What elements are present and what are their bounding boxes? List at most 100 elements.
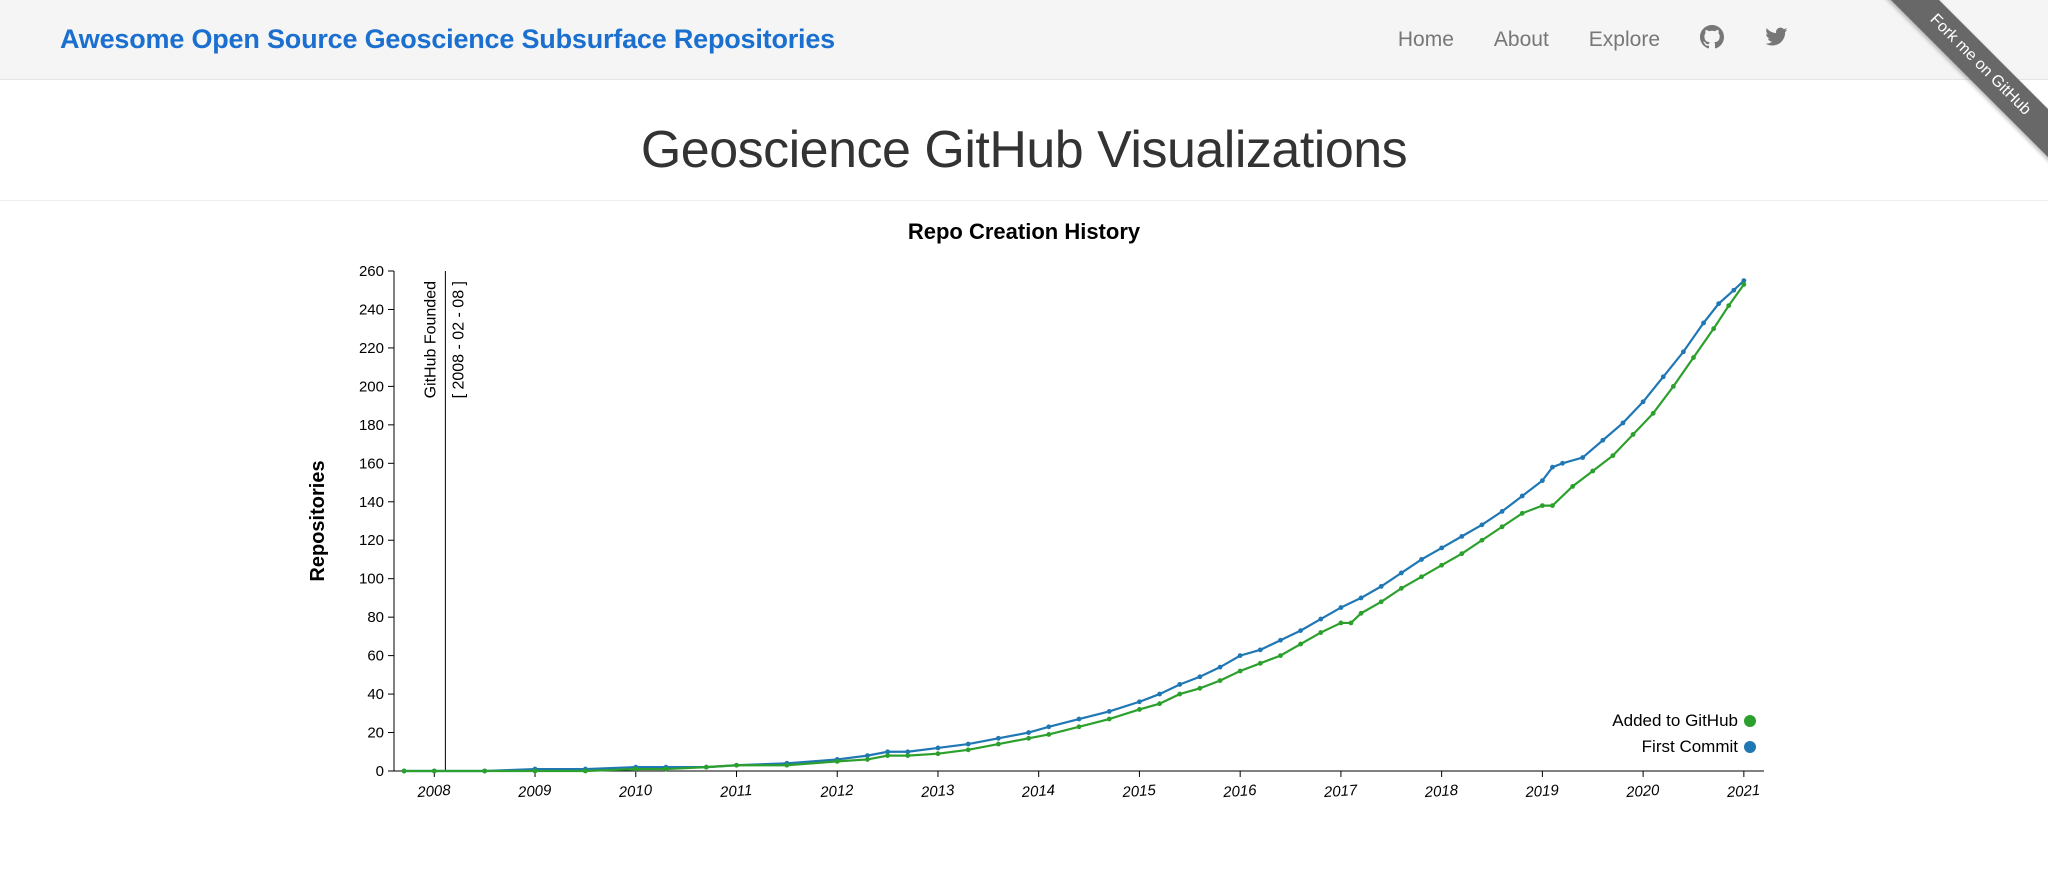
series-point	[1621, 421, 1626, 426]
series-point	[1520, 511, 1525, 516]
y-tick-label: 200	[359, 378, 384, 395]
series-point	[1600, 438, 1605, 443]
series-point	[1218, 678, 1223, 683]
x-tick-label: 2016	[1222, 782, 1258, 801]
x-tick-label: 2008	[416, 782, 452, 801]
series-point	[1026, 730, 1031, 735]
series-point	[1540, 503, 1545, 508]
series-point	[1716, 301, 1721, 306]
series-point	[734, 763, 739, 768]
series-point	[1278, 653, 1283, 658]
y-tick-label: 240	[359, 301, 384, 318]
series-point	[1339, 605, 1344, 610]
x-tick-label: 2017	[1322, 782, 1358, 801]
series-point	[1379, 584, 1384, 589]
series-point	[1590, 469, 1595, 474]
nav-about[interactable]: About	[1494, 28, 1549, 52]
series-point	[1077, 717, 1082, 722]
y-tick-label: 0	[376, 763, 384, 780]
series-point	[1701, 321, 1706, 326]
y-tick-label: 220	[359, 340, 384, 357]
series-point	[1550, 465, 1555, 470]
series-point	[1459, 534, 1464, 539]
annotation-label: GitHub Founded	[422, 281, 439, 398]
series-point	[996, 742, 1001, 747]
primary-nav: Home About Explore	[1398, 25, 1988, 55]
x-tick-label: 2015	[1121, 782, 1157, 801]
x-tick-label: 2018	[1423, 782, 1459, 801]
series-point	[1419, 574, 1424, 579]
series-point	[996, 736, 1001, 741]
series-point	[966, 747, 971, 752]
y-tick-label: 120	[359, 532, 384, 549]
site-title[interactable]: Awesome Open Source Geoscience Subsurfac…	[60, 24, 835, 55]
x-tick-label: 2012	[819, 782, 855, 801]
y-tick-label: 20	[367, 725, 384, 742]
series-point	[1046, 724, 1051, 729]
series-point	[1540, 478, 1545, 483]
legend-label: First Commit	[1642, 737, 1739, 756]
legend-swatch	[1744, 715, 1756, 727]
series-point	[1520, 494, 1525, 499]
series-point	[1077, 724, 1082, 729]
series-point	[1218, 665, 1223, 670]
series-point	[1439, 546, 1444, 551]
repo-creation-history-chart: Repo Creation History0204060801001201401…	[264, 211, 1784, 831]
twitter-icon[interactable]	[1764, 25, 1788, 55]
series-point	[1359, 596, 1364, 601]
series-point	[1349, 621, 1354, 626]
legend-label: Added to GitHub	[1612, 711, 1738, 730]
series-point	[1419, 557, 1424, 562]
series-point	[1500, 524, 1505, 529]
series-point	[1726, 303, 1731, 308]
series-point	[1731, 288, 1736, 293]
series-point	[1711, 326, 1716, 331]
series-point	[1480, 522, 1485, 527]
series-point	[1651, 411, 1656, 416]
series-point	[1177, 692, 1182, 697]
y-tick-label: 60	[367, 648, 384, 665]
series-point	[1177, 682, 1182, 687]
series-point	[1137, 699, 1142, 704]
x-tick-label: 2009	[516, 782, 552, 801]
series-point	[1258, 661, 1263, 666]
series-point	[1197, 686, 1202, 691]
series-point	[835, 759, 840, 764]
nav-home[interactable]: Home	[1398, 28, 1454, 52]
x-tick-label: 2020	[1625, 782, 1661, 801]
x-tick-label: 2011	[719, 782, 753, 801]
y-tick-label: 40	[367, 686, 384, 703]
y-axis-label: Repositories	[307, 460, 329, 581]
x-tick-label: 2010	[617, 782, 653, 801]
series-point	[1500, 509, 1505, 514]
series-point	[1238, 653, 1243, 658]
series-point	[1379, 599, 1384, 604]
series-point	[1318, 630, 1323, 635]
series-point	[1480, 538, 1485, 543]
nav-explore[interactable]: Explore	[1589, 28, 1660, 52]
x-tick-label: 2019	[1524, 782, 1560, 801]
y-tick-label: 260	[359, 263, 384, 280]
github-icon[interactable]	[1700, 25, 1724, 55]
y-tick-label: 80	[367, 609, 384, 626]
series-point	[966, 742, 971, 747]
annotation-sublabel: [ 2008 - 02 - 08 ]	[450, 281, 467, 398]
series-point	[1359, 611, 1364, 616]
series-point	[1399, 571, 1404, 576]
y-tick-label: 100	[359, 571, 384, 588]
series-point	[1641, 399, 1646, 404]
series-point	[432, 769, 437, 774]
series-line	[404, 284, 1744, 771]
series-point	[1399, 586, 1404, 591]
series-point	[664, 767, 669, 772]
y-tick-label: 160	[359, 455, 384, 472]
series-point	[1046, 732, 1051, 737]
series-point	[1238, 669, 1243, 674]
series-point	[1107, 717, 1112, 722]
series-point	[1610, 453, 1615, 458]
topbar: Awesome Open Source Geoscience Subsurfac…	[0, 0, 2048, 80]
series-point	[402, 769, 407, 774]
series-point	[784, 763, 789, 768]
series-point	[1318, 617, 1323, 622]
legend-swatch	[1744, 741, 1756, 753]
